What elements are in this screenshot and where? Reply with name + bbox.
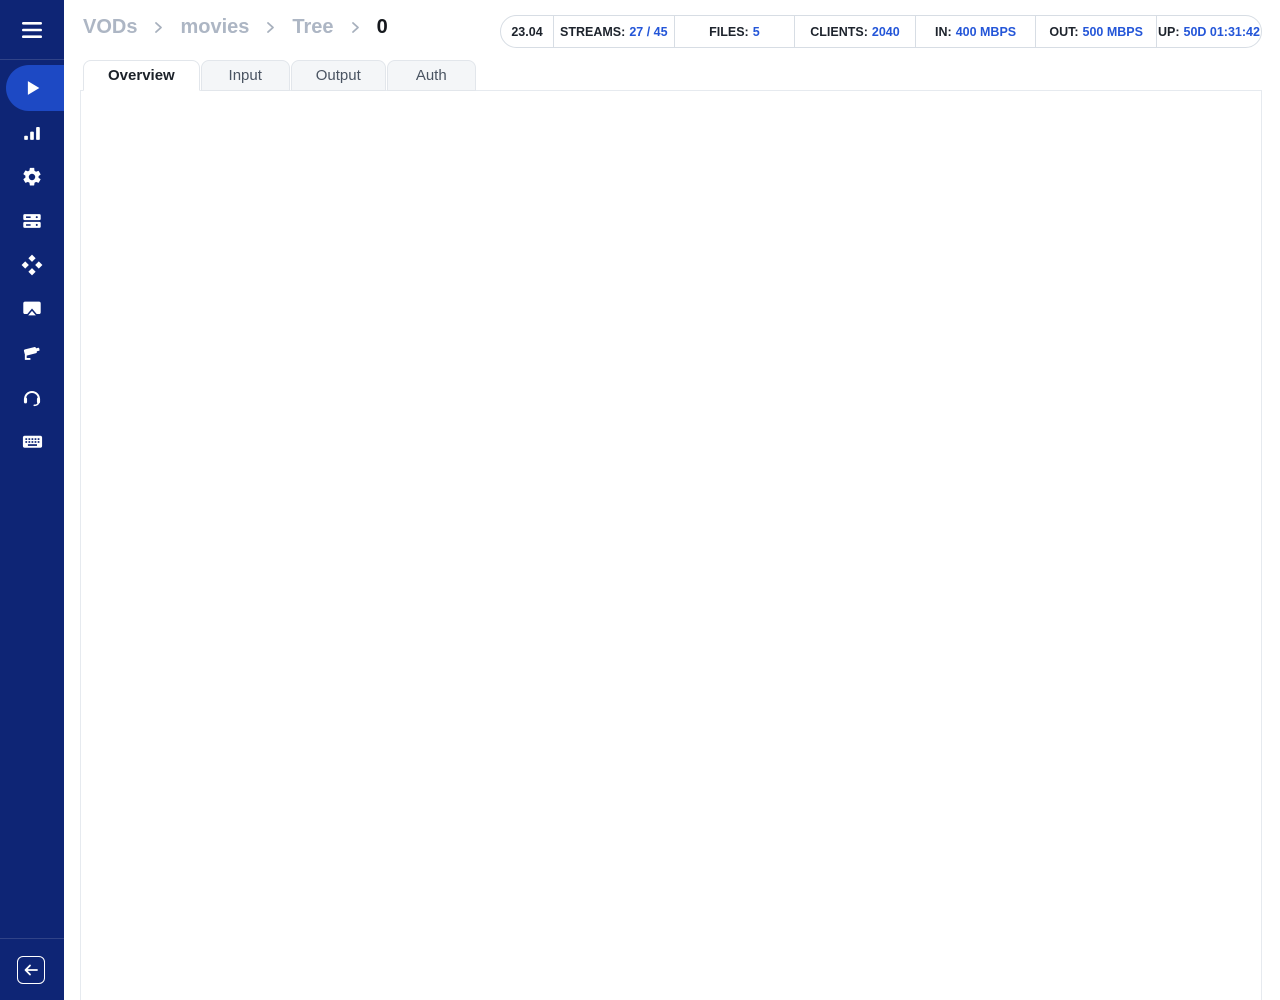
sidebar-item-cluster[interactable]	[0, 243, 64, 287]
stat-in[interactable]: IN: 400 MBPS	[915, 16, 1036, 47]
stat-files[interactable]: FILES: 5	[674, 16, 795, 47]
breadcrumb-current: 0	[377, 16, 388, 39]
sidebar-item-stats[interactable]	[0, 111, 64, 155]
stat-value: 5	[753, 25, 760, 39]
sidebar-footer	[0, 938, 64, 1000]
keyboard-icon	[21, 430, 44, 453]
cluster-diamonds-icon	[21, 254, 43, 276]
chevron-right-icon	[264, 20, 277, 35]
gear-icon	[21, 166, 43, 188]
sidebar-item-support[interactable]	[0, 375, 64, 419]
stat-value: 400 MBPS	[956, 25, 1016, 39]
sidebar-item-settings[interactable]	[0, 155, 64, 199]
chevron-right-icon	[349, 20, 362, 35]
arrow-left-icon	[24, 964, 38, 976]
stat-label: IN:	[935, 25, 952, 39]
headphones-icon	[21, 386, 43, 408]
stat-label: STREAMS:	[560, 25, 625, 39]
stat-label: UP:	[1158, 25, 1180, 39]
stat-label: CLIENTS:	[810, 25, 868, 39]
stat-streams[interactable]: STREAMS: 27 / 45	[553, 16, 674, 47]
stat-value: 500 MBPS	[1083, 25, 1143, 39]
content-panel	[80, 90, 1262, 1000]
stat-clients[interactable]: CLIENTS: 2040	[794, 16, 915, 47]
sidebar-item-media[interactable]	[0, 65, 64, 111]
tab-auth[interactable]: Auth	[387, 60, 476, 91]
chevron-right-icon	[152, 20, 165, 35]
play-icon	[21, 77, 43, 99]
version-value: 23.04	[511, 25, 542, 39]
hamburger-menu-button[interactable]	[0, 0, 64, 60]
sidebar	[0, 0, 64, 1000]
hamburger-icon	[20, 21, 44, 39]
tab-overview[interactable]: Overview	[83, 60, 200, 91]
tab-input[interactable]: Input	[201, 60, 290, 91]
tab-output[interactable]: Output	[291, 60, 386, 91]
screen-cast-icon	[21, 298, 43, 320]
cctv-camera-icon	[21, 342, 43, 364]
stat-value: 50D 01:31:42	[1184, 25, 1260, 39]
breadcrumb-vods[interactable]: VODs	[83, 16, 137, 39]
sidebar-nav	[0, 60, 64, 463]
tab-bar: Overview Input Output Auth	[83, 60, 477, 91]
stat-out[interactable]: OUT: 500 MBPS	[1035, 16, 1156, 47]
version-badge: 23.04	[501, 16, 553, 47]
sidebar-item-screen[interactable]	[0, 287, 64, 331]
breadcrumb-movies[interactable]: movies	[180, 16, 249, 39]
sidebar-item-keyboard[interactable]	[0, 419, 64, 463]
sidebar-item-camera[interactable]	[0, 331, 64, 375]
stat-uptime[interactable]: UP: 50D 01:31:42	[1156, 16, 1261, 47]
server-icon	[21, 210, 43, 232]
breadcrumb-tree[interactable]: Tree	[292, 16, 333, 39]
stat-label: FILES:	[709, 25, 749, 39]
collapse-sidebar-button[interactable]	[17, 956, 45, 984]
server-stats-bar: 23.04 STREAMS: 27 / 45 FILES: 5 CLIENTS:…	[500, 15, 1262, 48]
sidebar-item-server[interactable]	[0, 199, 64, 243]
stat-value: 27 / 45	[629, 25, 667, 39]
stat-label: OUT:	[1049, 25, 1078, 39]
breadcrumb: VODs movies Tree 0	[83, 16, 388, 39]
stat-value: 2040	[872, 25, 900, 39]
bar-chart-icon	[21, 122, 43, 144]
